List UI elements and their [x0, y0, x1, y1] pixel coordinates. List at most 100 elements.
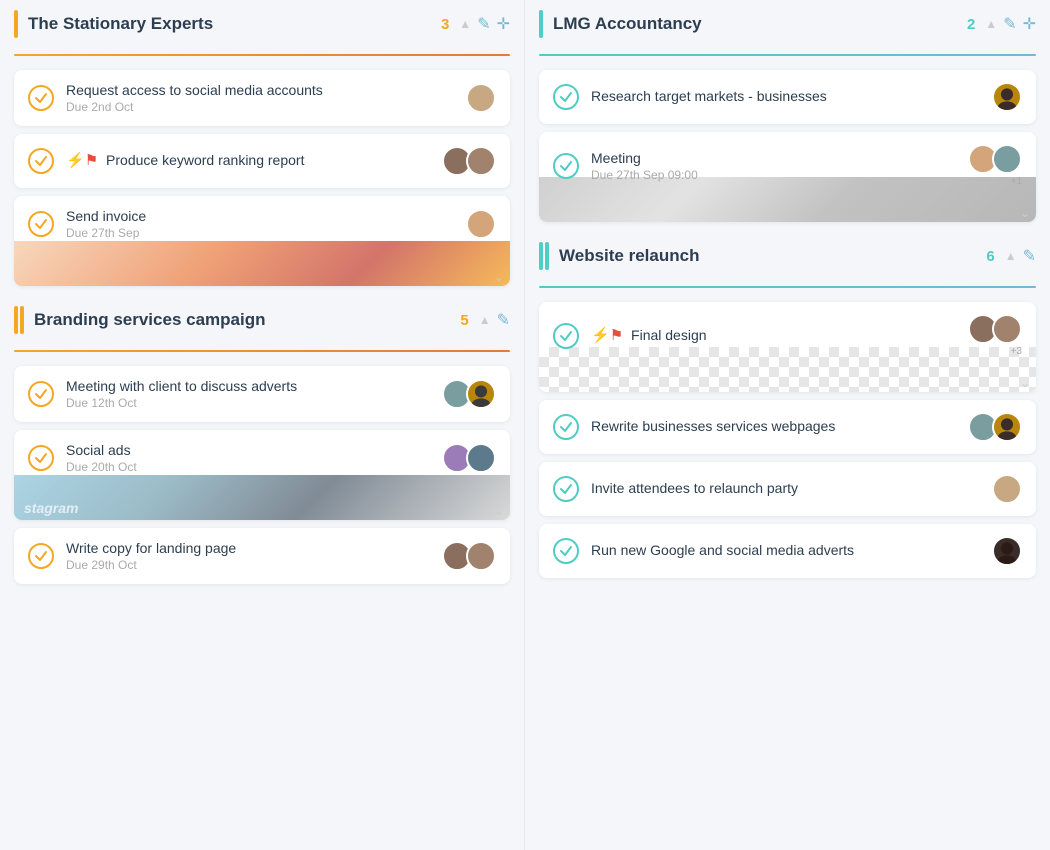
task-info: Invite attendees to relaunch party [591, 480, 984, 498]
task-card[interactable]: Meeting with client to discuss adverts D… [14, 366, 510, 422]
task-checkbox[interactable] [28, 148, 54, 174]
task-title: Meeting [591, 150, 960, 166]
card-content: Social ads Due 20th Oct [28, 442, 496, 474]
task-checkbox[interactable] [553, 538, 579, 564]
section-divider [14, 350, 510, 352]
task-avatars [992, 536, 1022, 566]
section-branding: Branding services campaign 5 ▲ ✎ Meeting… [14, 306, 510, 584]
task-avatars [442, 146, 496, 176]
task-card[interactable]: Run new Google and social media adverts [539, 524, 1036, 578]
task-avatars [442, 443, 496, 473]
header-actions: 3 ▲ ✎ ✛ [441, 14, 510, 34]
task-checkbox[interactable] [553, 323, 579, 349]
task-card[interactable]: Social ads Due 20th Oct stagram ⌄ [14, 430, 510, 520]
avatar [466, 146, 496, 176]
section-stationary-experts: The Stationary Experts 3 ▲ ✎ ✛ Request a… [14, 10, 510, 286]
task-card[interactable]: Send invoice Due 27th Sep ⌄ [14, 196, 510, 286]
avatar [466, 443, 496, 473]
add-icon[interactable]: ✛ [1023, 14, 1036, 34]
task-image: ⌄ [14, 241, 510, 286]
task-checkbox[interactable] [553, 476, 579, 502]
task-checkbox[interactable] [553, 84, 579, 110]
task-info: Research target markets - businesses [591, 88, 984, 106]
task-due: Due 20th Oct [66, 460, 434, 474]
task-due: Due 27th Sep 09:00 [591, 168, 960, 182]
task-avatars [466, 209, 496, 239]
task-checkbox[interactable] [28, 543, 54, 569]
task-card[interactable]: Research target markets - businesses [539, 70, 1036, 124]
header-actions: 2 ▲ ✎ ✛ [967, 14, 1036, 34]
task-title: Meeting with client to discuss adverts [66, 378, 434, 394]
section-header-branding: Branding services campaign 5 ▲ ✎ [14, 306, 510, 340]
edit-icon[interactable]: ✎ [1023, 246, 1036, 266]
section-divider [539, 54, 1036, 56]
task-checkbox[interactable] [553, 414, 579, 440]
task-card[interactable]: Rewrite businesses services webpages [539, 400, 1036, 454]
header-actions: 6 ▲ ✎ [986, 246, 1036, 266]
avatar [992, 474, 1022, 504]
task-info: Meeting with client to discuss adverts D… [66, 378, 434, 410]
section-indicator-double [14, 306, 24, 334]
task-title: Run new Google and social media adverts [591, 542, 984, 558]
task-card[interactable]: Request access to social media accounts … [14, 70, 510, 126]
task-flags: ⚡⚑ [66, 151, 98, 169]
task-title: ⚡⚑ Final design [591, 326, 960, 344]
section-indicator [539, 10, 543, 38]
task-card[interactable]: Write copy for landing page Due 29th Oct [14, 528, 510, 584]
avatar [992, 536, 1022, 566]
task-info: Request access to social media accounts … [66, 82, 458, 114]
task-avatars [992, 82, 1022, 112]
collapse-arrow[interactable]: ▲ [459, 17, 471, 31]
header-actions: 5 ▲ ✎ [460, 310, 510, 330]
edit-icon[interactable]: ✎ [477, 14, 490, 34]
task-due: Due 12th Oct [66, 396, 434, 410]
avatar [466, 541, 496, 571]
task-checkbox[interactable] [553, 153, 579, 179]
card-content: Research target markets - businesses [553, 82, 1022, 112]
task-info: Meeting Due 27th Sep 09:00 [591, 150, 960, 182]
card-content: Rewrite businesses services webpages [553, 412, 1022, 442]
section-title-lmg: LMG Accountancy [553, 14, 967, 34]
task-avatars: +3 [968, 314, 1022, 357]
card-content: Meeting with client to discuss adverts D… [28, 378, 496, 410]
task-checkbox[interactable] [28, 85, 54, 111]
task-due: Due 2nd Oct [66, 100, 458, 114]
card-content: Send invoice Due 27th Sep [28, 208, 496, 240]
left-column: The Stationary Experts 3 ▲ ✎ ✛ Request a… [0, 0, 525, 850]
section-title-relaunch: Website relaunch [559, 246, 986, 266]
card-content: ⚡⚑ Final design +3 [553, 314, 1022, 357]
task-card[interactable]: ⚡⚑ Final design +3 [539, 302, 1036, 392]
task-checkbox[interactable] [28, 381, 54, 407]
task-title: Write copy for landing page [66, 540, 434, 556]
task-avatars [442, 541, 496, 571]
avatar-count: +3 [1011, 346, 1022, 357]
section-count: 5 [460, 312, 468, 329]
section-website-relaunch: Website relaunch 6 ▲ ✎ ⚡⚑ Final d [539, 242, 1036, 578]
task-info: ⚡⚑ Final design [591, 326, 960, 346]
task-due: Due 27th Sep [66, 226, 458, 240]
avatar [992, 314, 1022, 344]
avatar [466, 209, 496, 239]
card-content: Write copy for landing page Due 29th Oct [28, 540, 496, 572]
task-card[interactable]: Meeting Due 27th Sep 09:00 +1 [539, 132, 1036, 222]
section-title-stationary: The Stationary Experts [28, 14, 441, 34]
task-info: Write copy for landing page Due 29th Oct [66, 540, 434, 572]
collapse-arrow[interactable]: ▲ [985, 17, 997, 31]
task-card[interactable]: Invite attendees to relaunch party [539, 462, 1036, 516]
task-info: Rewrite businesses services webpages [591, 418, 960, 436]
section-title-branding: Branding services campaign [34, 310, 460, 330]
task-card[interactable]: ⚡⚑ Produce keyword ranking report [14, 134, 510, 188]
task-info: Social ads Due 20th Oct [66, 442, 434, 474]
card-content: Run new Google and social media adverts [553, 536, 1022, 566]
edit-icon[interactable]: ✎ [1003, 14, 1016, 34]
avatar-count: +1 [1011, 176, 1022, 187]
avatar [466, 83, 496, 113]
add-icon[interactable]: ✛ [497, 14, 510, 34]
collapse-arrow[interactable]: ▲ [1005, 249, 1017, 263]
card-content: ⚡⚑ Produce keyword ranking report [28, 146, 496, 176]
task-checkbox[interactable] [28, 445, 54, 471]
edit-icon[interactable]: ✎ [497, 310, 510, 330]
task-title: Send invoice [66, 208, 458, 224]
collapse-arrow[interactable]: ▲ [479, 313, 491, 327]
task-checkbox[interactable] [28, 211, 54, 237]
